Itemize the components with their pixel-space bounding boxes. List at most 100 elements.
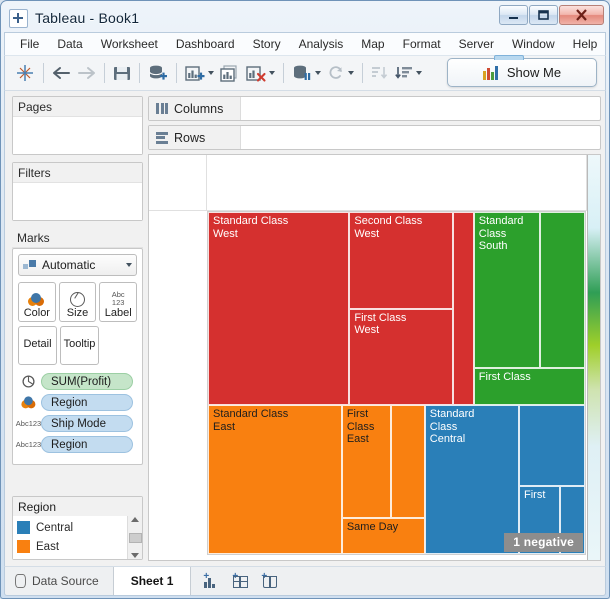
treemap-tile-label: First Class West	[354, 311, 407, 337]
treemap-tile[interactable]: Standard Class Central	[424, 405, 520, 554]
menu-item-window[interactable]: Window	[503, 34, 564, 54]
marks-pills: SUM(Profit) Region Abc 123 Ship Mode Abc…	[16, 369, 137, 453]
sheet-tab-bar: Data Source Sheet 1 + + +	[4, 566, 606, 596]
menu-item-worksheet[interactable]: Worksheet	[92, 34, 167, 54]
treemap-tile[interactable]: First Class East	[341, 405, 391, 519]
treemap-tile[interactable]	[390, 405, 425, 519]
treemap-tile[interactable]: Same Day	[341, 518, 425, 554]
back-arrow-icon[interactable]	[49, 60, 74, 86]
treemap-tile[interactable]: Standard Class East	[208, 405, 342, 554]
menu-item-file[interactable]: File	[11, 34, 48, 54]
new-story-icon[interactable]: +	[261, 572, 278, 588]
chevron-down-icon[interactable]	[269, 71, 275, 75]
data-source-tab[interactable]: Data Source	[5, 567, 114, 595]
pill-sum-profit[interactable]: SUM(Profit)	[41, 373, 133, 390]
treemap-tile[interactable]	[519, 405, 585, 486]
window-controls	[499, 5, 604, 25]
menu-bar: File Data Worksheet Dashboard Story Anal…	[4, 32, 606, 55]
menu-item-story[interactable]: Story	[244, 34, 290, 54]
data-source-tab-label: Data Source	[32, 574, 99, 588]
chevron-down-icon	[348, 71, 354, 75]
label-button[interactable]: Abc 123 Label	[99, 282, 138, 322]
negative-values-badge[interactable]: 1 negative	[504, 533, 583, 552]
chevron-down-icon[interactable]	[208, 71, 214, 75]
toolbar: Show Me	[4, 55, 606, 90]
filters-drop-zone[interactable]	[13, 183, 142, 220]
scroll-up-arrow-icon[interactable]	[131, 517, 139, 522]
size-button[interactable]: Size	[58, 282, 97, 322]
treemap-tile[interactable]	[539, 212, 585, 368]
legend-scrollbar[interactable]	[127, 516, 142, 559]
treemap-chart[interactable]: Standard Class West Second Class West Firs…	[207, 211, 586, 555]
abc-text: Abc	[15, 439, 29, 449]
sheet-tab-sheet-1[interactable]: Sheet 1	[113, 567, 192, 595]
treemap-tile[interactable]	[453, 212, 474, 406]
treemap-tile[interactable]: First Class	[473, 367, 585, 406]
mark-type-dropdown[interactable]: Automatic	[18, 254, 137, 276]
show-me-label: Show Me	[506, 65, 562, 80]
chevron-down-icon[interactable]	[315, 71, 321, 75]
marks-buttons-row-1: Color Size Abc 123 Label	[18, 282, 138, 322]
color-palette-icon	[20, 396, 37, 409]
new-data-source-icon[interactable]	[145, 60, 171, 86]
menu-item-help[interactable]: Help	[564, 34, 607, 54]
mark-type-label: Automatic	[42, 258, 96, 272]
tooltip-button[interactable]: Tooltip	[60, 326, 99, 365]
treemap-tile[interactable]: Standard Class South	[473, 212, 540, 368]
sort-descending-icon[interactable]	[392, 60, 425, 86]
sheet-tab-label: Sheet 1	[130, 574, 174, 588]
scroll-down-arrow-icon[interactable]	[131, 553, 139, 558]
save-icon[interactable]	[110, 60, 134, 86]
maximize-button[interactable]	[529, 5, 558, 25]
tooltip-button-label: Tooltip	[63, 338, 96, 350]
duplicate-sheet-icon[interactable]	[217, 60, 243, 86]
legend-item-central[interactable]: Central	[17, 518, 127, 537]
abc-123-icon: Abc 123	[16, 440, 41, 449]
pages-drop-zone[interactable]	[13, 117, 142, 154]
abc-text: Abc	[15, 418, 29, 428]
marks-card-title: Marks	[12, 228, 143, 248]
rows-shelf[interactable]: Rows	[148, 125, 601, 150]
chevron-down-icon[interactable]	[416, 71, 422, 75]
worksheet-canvas[interactable]: Standard Class West Second Class West Firs…	[148, 154, 601, 561]
menu-item-analysis[interactable]: Analysis	[290, 34, 353, 54]
show-me-button[interactable]: Show Me	[447, 55, 597, 87]
marks-pill-row: Abc 123 Ship Mode	[16, 415, 137, 432]
title-bar: Tableau - Book1	[4, 4, 606, 32]
menu-item-data[interactable]: Data	[48, 34, 91, 54]
canvas-divider-vertical	[206, 155, 207, 210]
legend-item-east[interactable]: East	[17, 537, 127, 556]
tableau-home-icon[interactable]	[12, 60, 38, 86]
pill-ship-mode[interactable]: Ship Mode	[41, 415, 133, 432]
rows-shelf-header: Rows	[149, 126, 241, 149]
size-circle-icon	[20, 375, 37, 388]
columns-shelf[interactable]: Columns	[148, 96, 601, 121]
close-button[interactable]	[559, 5, 604, 25]
pages-card[interactable]: Pages	[12, 96, 143, 155]
menu-item-dashboard[interactable]: Dashboard	[167, 34, 244, 54]
pill-region-color[interactable]: Region	[41, 394, 133, 411]
123-text: 123	[111, 298, 125, 307]
rows-shelf-label: Rows	[174, 130, 206, 145]
menu-item-format[interactable]: Format	[394, 34, 450, 54]
database-icon	[15, 574, 26, 588]
detail-button[interactable]: Detail	[18, 326, 57, 365]
menu-item-server[interactable]: Server	[450, 34, 503, 54]
new-worksheet-icon[interactable]: +	[203, 572, 219, 588]
size-circle-icon	[70, 292, 85, 307]
filters-card[interactable]: Filters	[12, 162, 143, 221]
color-button[interactable]: Color	[18, 282, 56, 322]
treemap-tile[interactable]: First Class West	[349, 308, 454, 406]
clear-sheet-icon[interactable]	[243, 60, 278, 86]
minimize-button[interactable]	[499, 5, 528, 25]
chevron-down-icon[interactable]	[126, 263, 132, 267]
new-worksheet-icon[interactable]	[182, 60, 217, 86]
pause-auto-update-icon[interactable]	[289, 60, 324, 86]
menu-item-map[interactable]: Map	[352, 34, 393, 54]
pill-region-label[interactable]: Region	[41, 436, 133, 453]
scrollbar-thumb[interactable]	[128, 532, 142, 543]
new-dashboard-icon[interactable]: +	[232, 572, 249, 588]
treemap-tile[interactable]: Standard Class West	[208, 212, 350, 406]
treemap-tile[interactable]: Second Class West	[349, 212, 454, 309]
treemap-tile-label: Standard Class Central	[429, 408, 475, 446]
